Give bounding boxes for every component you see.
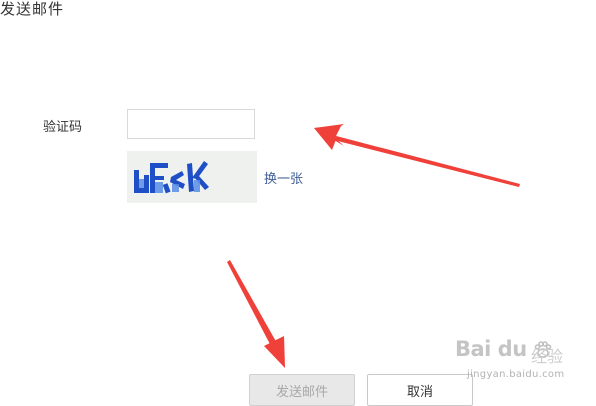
watermark-brand: Bai du [455,337,527,361]
captcha-image [127,151,257,203]
arrow-to-captcha-input [314,124,520,187]
baidu-jingyan-watermark: Bai du 经验 jingyan.baidu.com [455,337,593,389]
watermark-brand-cn: 经验 [531,347,564,366]
captcha-glyphs [134,161,209,194]
captcha-label: 验证码 [43,120,83,135]
refresh-captcha-link[interactable]: 换一张 [264,168,303,187]
page-title: 发送邮件 [0,0,65,18]
arrow-to-send-button [227,260,285,368]
captcha-input[interactable] [127,109,255,139]
send-email-button[interactable]: 发送邮件 [249,374,355,406]
watermark-domain: jingyan.baidu.com [467,369,565,380]
